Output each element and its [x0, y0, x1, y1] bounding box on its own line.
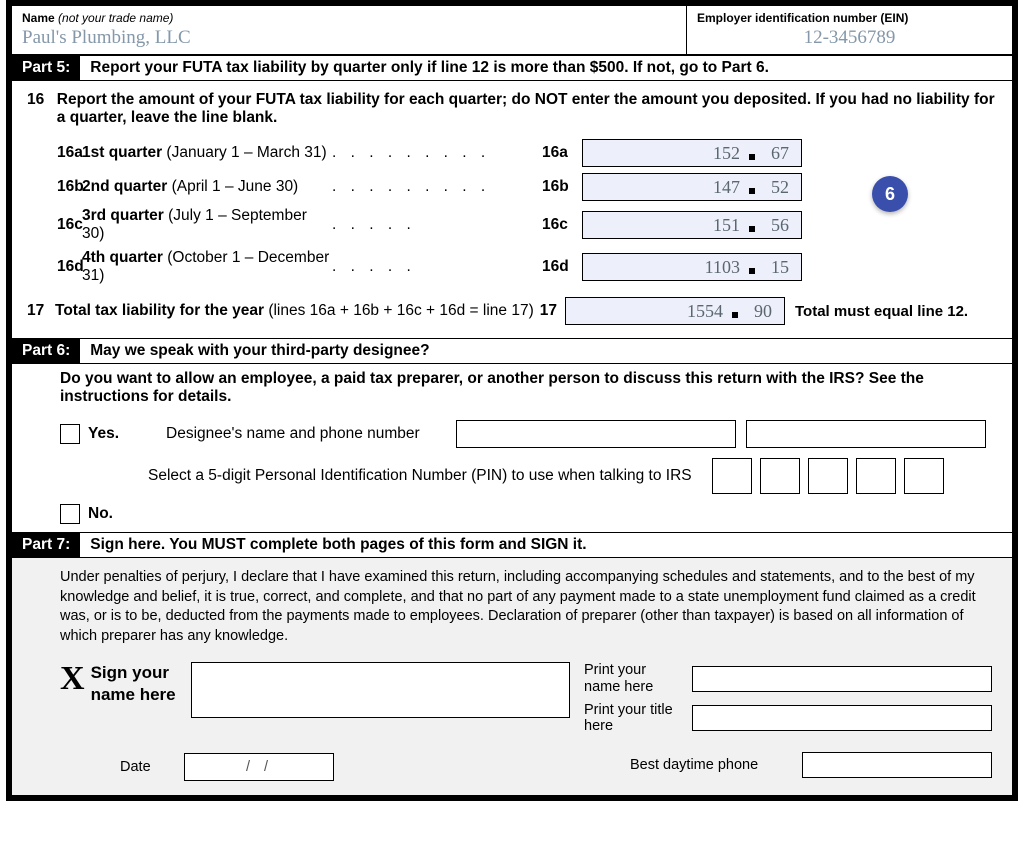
decimal-icon	[749, 226, 755, 232]
row-16b: 16b 2nd quarter (April 1 – June 30) . . …	[27, 173, 997, 201]
signature-input[interactable]	[191, 662, 570, 718]
row-16a: 16a 1st quarter (January 1 – March 31) .…	[27, 139, 997, 167]
phone-input[interactable]	[802, 752, 992, 778]
ein-label: Employer identification number (EIN)	[697, 11, 1002, 25]
amount-16a[interactable]: 152 67	[582, 139, 802, 167]
name-cell: Name (not your trade name) Paul's Plumbi…	[12, 6, 687, 54]
part6-title: May we speak with your third-party desig…	[80, 339, 1012, 363]
pin-digit-4[interactable]	[856, 458, 896, 494]
designee-label: Designee's name and phone number	[166, 425, 456, 443]
annotation-badge-6: 6	[872, 176, 908, 212]
amount-16c[interactable]: 151 56	[582, 211, 802, 239]
row-16d: 16d 4th quarter (October 1 – December 31…	[27, 249, 997, 285]
part5-title: Report your FUTA tax liability by quarte…	[80, 56, 1012, 80]
no-label: No.	[88, 505, 113, 523]
pin-digit-5[interactable]	[904, 458, 944, 494]
code-16a: 16a	[27, 144, 82, 162]
part6-intro: Do you want to allow an employee, a paid…	[60, 370, 997, 406]
amount-16b[interactable]: 147 52	[582, 173, 802, 201]
designee-name-input[interactable]	[456, 420, 736, 448]
date-label: Date	[120, 759, 168, 775]
part7-tag: Part 7:	[12, 533, 80, 557]
decimal-icon	[749, 154, 755, 160]
part5-tag: Part 5:	[12, 56, 80, 80]
x-mark-icon: X	[60, 662, 85, 696]
ein-value[interactable]: 12-3456789	[697, 25, 1002, 49]
print-title-label: Print your title here	[584, 702, 684, 735]
yes-label: Yes.	[88, 425, 166, 443]
name-label: Name	[22, 11, 55, 25]
designee-phone-input[interactable]	[746, 420, 986, 448]
pin-label: Select a 5-digit Personal Identification…	[148, 467, 692, 485]
line16-num: 16	[27, 91, 45, 127]
checkbox-no[interactable]	[60, 504, 80, 524]
decimal-icon	[749, 268, 755, 274]
ein-cell: Employer identification number (EIN) 12-…	[687, 6, 1012, 54]
pin-digit-3[interactable]	[808, 458, 848, 494]
pin-digit-2[interactable]	[760, 458, 800, 494]
amount-17[interactable]: 1554 90	[565, 297, 785, 325]
decimal-icon	[732, 312, 738, 318]
row-17: 17 Total tax liability for the year (lin…	[27, 297, 997, 325]
print-name-input[interactable]	[692, 666, 992, 692]
perjury-text: Under penalties of perjury, I declare th…	[60, 568, 992, 646]
line16-text: Report the amount of your FUTA tax liabi…	[57, 91, 997, 127]
part6-tag: Part 6:	[12, 339, 80, 363]
date-input[interactable]: //	[184, 753, 334, 781]
print-title-input[interactable]	[692, 705, 992, 731]
decimal-icon	[749, 188, 755, 194]
company-name[interactable]: Paul's Plumbing, LLC	[22, 25, 676, 49]
row-16c: 16c 3rd quarter (July 1 – September 30) …	[27, 207, 997, 243]
phone-label: Best daytime phone	[630, 757, 790, 773]
pin-digit-1[interactable]	[712, 458, 752, 494]
checkbox-yes[interactable]	[60, 424, 80, 444]
part7-title: Sign here. You MUST complete both pages …	[80, 533, 1012, 557]
print-name-label: Print your name here	[584, 662, 684, 695]
amount-16d[interactable]: 1103 15	[582, 253, 802, 281]
name-paren: (not your trade name)	[58, 11, 173, 25]
sign-label: Sign your name here	[91, 662, 181, 705]
